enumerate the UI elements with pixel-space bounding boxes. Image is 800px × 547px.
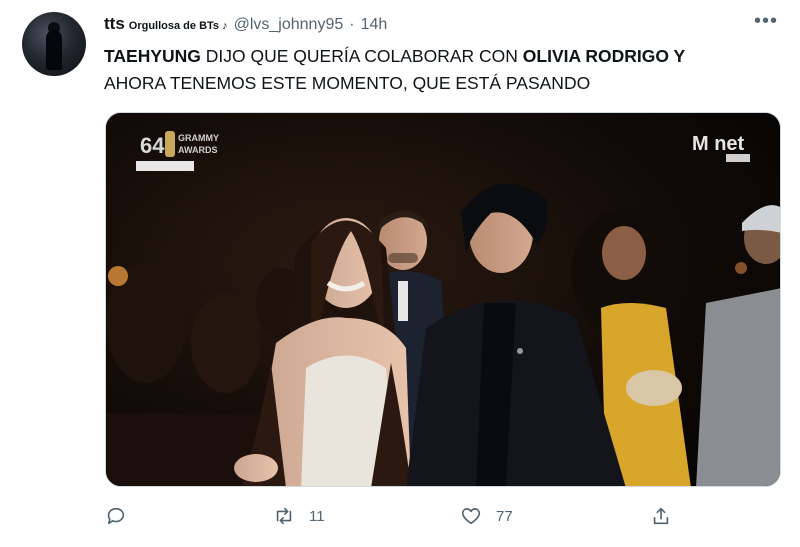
- grammy-logo-text-2: AWARDS: [178, 145, 218, 155]
- share-icon: [653, 507, 669, 525]
- like-button[interactable]: 77: [460, 505, 513, 527]
- share-button[interactable]: [650, 505, 672, 527]
- caption-label: [136, 161, 194, 171]
- mnet-logo-sub: [726, 154, 750, 162]
- tweet-text-2: DIJO QUE QUERÍA COLABORAR CON: [200, 46, 523, 66]
- tweet-header: tts Orgullosa de BTs ♪ @lvs_johnny95 · 1…: [104, 14, 387, 34]
- mnet-logo: M net: [692, 133, 745, 155]
- retweet-button[interactable]: 11: [273, 505, 325, 527]
- tweet-text-bold-1: TAEHYUNG: [104, 46, 201, 66]
- avatar[interactable]: [22, 12, 86, 76]
- media-scene: 64 GRAMMY AWARDS M net: [106, 113, 780, 486]
- display-name-suffix[interactable]: Orgullosa de BTs ♪: [129, 20, 228, 32]
- retweet-count: 11: [309, 507, 325, 525]
- user-handle[interactable]: @lvs_johnny95: [234, 16, 344, 34]
- reply-button[interactable]: [105, 505, 127, 527]
- heart-icon: [461, 508, 481, 525]
- tweet-media-image[interactable]: 64 GRAMMY AWARDS M net: [105, 112, 781, 487]
- reply-icon: [107, 507, 125, 525]
- grammy-logo-number: 64: [140, 133, 165, 158]
- tweet-time[interactable]: 14h: [361, 16, 388, 34]
- avatar-figure-body: [46, 30, 62, 70]
- tweet-text-bold-2: OLIVIA RODRIGO Y: [522, 46, 686, 66]
- grammy-gramophone-icon: [165, 131, 175, 157]
- tweet-text: TAEHYUNG DIJO QUE QUERÍA COLABORAR CON O…: [104, 43, 764, 97]
- display-name[interactable]: tts: [104, 14, 125, 34]
- more-options-icon[interactable]: •••: [754, 10, 778, 33]
- separator-dot: ·: [349, 16, 355, 33]
- retweet-icon: [276, 507, 292, 525]
- grammy-logo-text-1: GRAMMY: [178, 133, 219, 143]
- tweet-actions: 11 77: [0, 505, 800, 533]
- like-count: 77: [496, 507, 513, 525]
- tweet-text-3: AHORA TENEMOS ESTE MOMENTO, QUE ESTÁ PAS…: [104, 73, 591, 93]
